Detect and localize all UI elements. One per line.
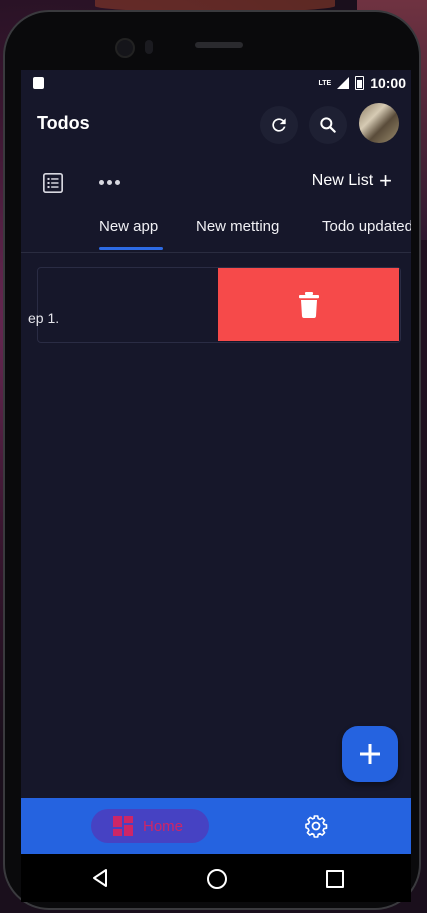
sd-card-icon	[33, 77, 44, 89]
refresh-icon	[272, 118, 286, 132]
network-type: LTE	[318, 79, 332, 87]
sensor	[145, 40, 153, 54]
todo-text: ep 1.	[28, 310, 60, 326]
tab-indicator	[99, 247, 163, 250]
clock: 10:00	[370, 75, 406, 91]
app-screen: LTE 10:00 Todos New List + New app New m…	[21, 70, 411, 902]
front-camera	[115, 38, 135, 58]
avatar[interactable]	[359, 103, 399, 143]
list-tabs: New app New metting Todo updated	[21, 206, 411, 253]
tab-todo-updated[interactable]: Todo updated	[322, 218, 411, 235]
trash-icon	[298, 291, 319, 318]
home-circle-icon[interactable]	[207, 869, 227, 889]
nav-home-tab[interactable]: Home	[91, 809, 209, 843]
gear-icon[interactable]	[304, 814, 328, 838]
battery-icon	[355, 76, 365, 90]
signal-icon	[337, 77, 350, 89]
plus-icon	[360, 744, 380, 764]
system-navigation-bar	[21, 854, 411, 902]
list-toolbar: New List +	[21, 160, 411, 206]
nav-home-label: Home	[143, 817, 184, 835]
recent-apps-icon[interactable]	[326, 870, 344, 888]
tab-new-metting[interactable]: New metting	[196, 218, 279, 235]
plus-icon: +	[379, 168, 392, 193]
search-button[interactable]	[309, 106, 347, 144]
new-list-button[interactable]: New List +	[311, 168, 392, 193]
more-options-icon[interactable]	[99, 180, 120, 185]
refresh-button[interactable]	[260, 106, 298, 144]
status-bar: LTE 10:00	[21, 70, 411, 96]
earpiece-speaker	[195, 42, 243, 48]
back-icon[interactable]	[91, 868, 109, 888]
list-view-icon[interactable]	[42, 172, 64, 194]
add-todo-button[interactable]	[342, 726, 398, 782]
search-icon	[320, 117, 336, 133]
delete-swipe-action[interactable]	[218, 268, 399, 341]
tab-new-app[interactable]: New app	[99, 218, 158, 235]
app-bar: Todos	[21, 96, 411, 152]
bottom-navigation: Home	[21, 798, 411, 854]
dashboard-icon	[113, 816, 133, 836]
page-title: Todos	[37, 113, 90, 133]
new-list-label: New List	[311, 172, 374, 189]
